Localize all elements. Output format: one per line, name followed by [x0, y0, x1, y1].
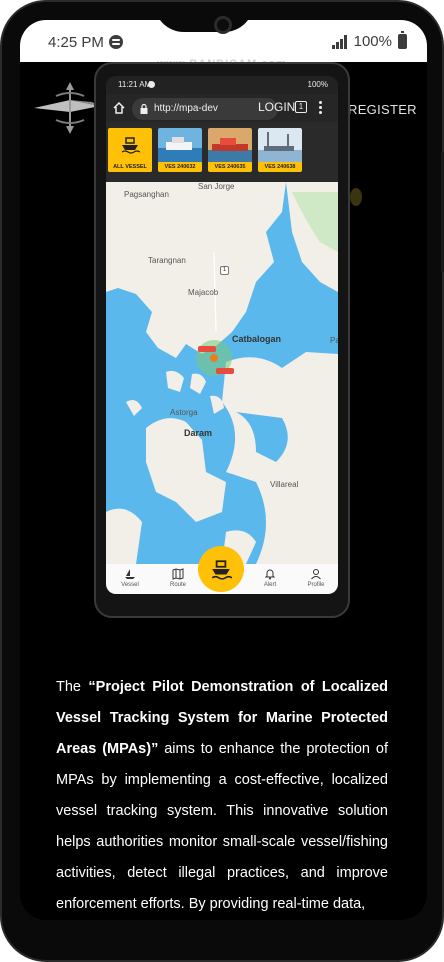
preview-battery-percent: 100% [307, 80, 328, 89]
preview-status-dot-icon [148, 81, 155, 88]
map-label: San Jorge [198, 182, 235, 191]
description-body: aims to enhance the protection of MPAs b… [56, 741, 388, 912]
notch [154, 2, 254, 32]
more-menu-icon[interactable] [319, 101, 323, 115]
front-camera [214, 16, 232, 34]
lock-icon [140, 104, 148, 114]
app-preview-phone: 11:21 AM 100% http://mpa-dev LOGIN 1 ALL… [94, 62, 350, 618]
url-text: http://mpa-dev [154, 103, 218, 114]
map-label: Tarangnan [148, 256, 186, 265]
phone-frame: 4:25 PM 100% www.BANDICAM.com REGISTER [0, 0, 444, 962]
vessel-card-all[interactable]: ALL VESSEL [108, 128, 152, 172]
app-preview-screen: 11:21 AM 100% http://mpa-dev LOGIN 1 ALL… [106, 76, 338, 594]
home-icon[interactable] [112, 101, 126, 115]
nav-label: Alert [263, 582, 277, 588]
map-label: Villareal [270, 480, 299, 489]
description-intro: The [56, 679, 89, 695]
map-land [106, 182, 338, 564]
bell-icon [264, 569, 276, 580]
spotify-icon [109, 35, 123, 49]
preview-status-time: 11:21 AM [118, 80, 152, 89]
register-link[interactable]: REGISTER [348, 102, 417, 117]
project-description: The “Project Pilot Demonstration of Loca… [56, 672, 388, 920]
nav-route[interactable]: Route [162, 568, 194, 588]
preview-status-bar: 11:21 AM 100% [106, 76, 338, 94]
sailboat-icon [125, 569, 135, 579]
vessel-card-label: VES 240635 [208, 162, 252, 172]
vessel-card-label: VES 240638 [258, 162, 302, 172]
battery-percent: 100% [353, 33, 392, 50]
vessel-photo [258, 128, 302, 162]
vessel-map[interactable]: Pagsanghan San Jorge Tarangnan 1 Majacob… [106, 182, 338, 564]
status-right: 100% [331, 31, 407, 50]
vessel-card[interactable]: VES 240635 [208, 128, 252, 172]
nav-label: Route [169, 582, 186, 588]
map-label: Pagsanghan [124, 190, 169, 199]
nav-vessel[interactable]: Vessel [114, 568, 146, 588]
vessel-photo [208, 128, 252, 162]
signal-icon [331, 34, 348, 49]
vessel-photo [158, 128, 202, 162]
phone-screen: 4:25 PM 100% www.BANDICAM.com REGISTER [20, 20, 427, 920]
boat-icon [121, 137, 140, 154]
vessel-card[interactable]: VES 240638 [258, 128, 302, 172]
vessel-fab-button[interactable] [198, 546, 244, 592]
url-bar[interactable]: http://mpa-dev [132, 98, 278, 120]
vessel-card-label: ALL VESSEL [108, 162, 152, 172]
ship-icon [211, 560, 232, 580]
login-link[interactable]: LOGIN [258, 100, 295, 114]
map-label: Catbalogan [232, 334, 282, 344]
nav-label: Profile [307, 582, 325, 588]
nav-label: Vessel [121, 582, 139, 588]
nav-alert[interactable]: Alert [254, 568, 286, 588]
tabs-count-icon[interactable]: 1 [295, 101, 307, 113]
map-label: Majacob [188, 288, 219, 297]
status-time: 4:25 PM [48, 34, 104, 51]
map-label: Daram [184, 428, 213, 438]
map-label: Pag [330, 336, 338, 345]
browser-toolbar: http://mpa-dev LOGIN 1 [106, 94, 338, 122]
map-label: Astorga [170, 408, 198, 417]
vessel-card[interactable]: VES 240632 [158, 128, 202, 172]
battery-icon [398, 31, 407, 49]
map-icon [172, 568, 184, 580]
vessel-card-label: VES 240632 [158, 162, 202, 172]
nav-profile[interactable]: Profile [300, 568, 332, 588]
vessel-selector: ALL VESSEL VES 240632 VES 240635 VES 240… [106, 122, 338, 182]
user-icon [311, 569, 321, 580]
road-marker: 1 [220, 266, 229, 275]
decorative-dot [350, 188, 362, 206]
